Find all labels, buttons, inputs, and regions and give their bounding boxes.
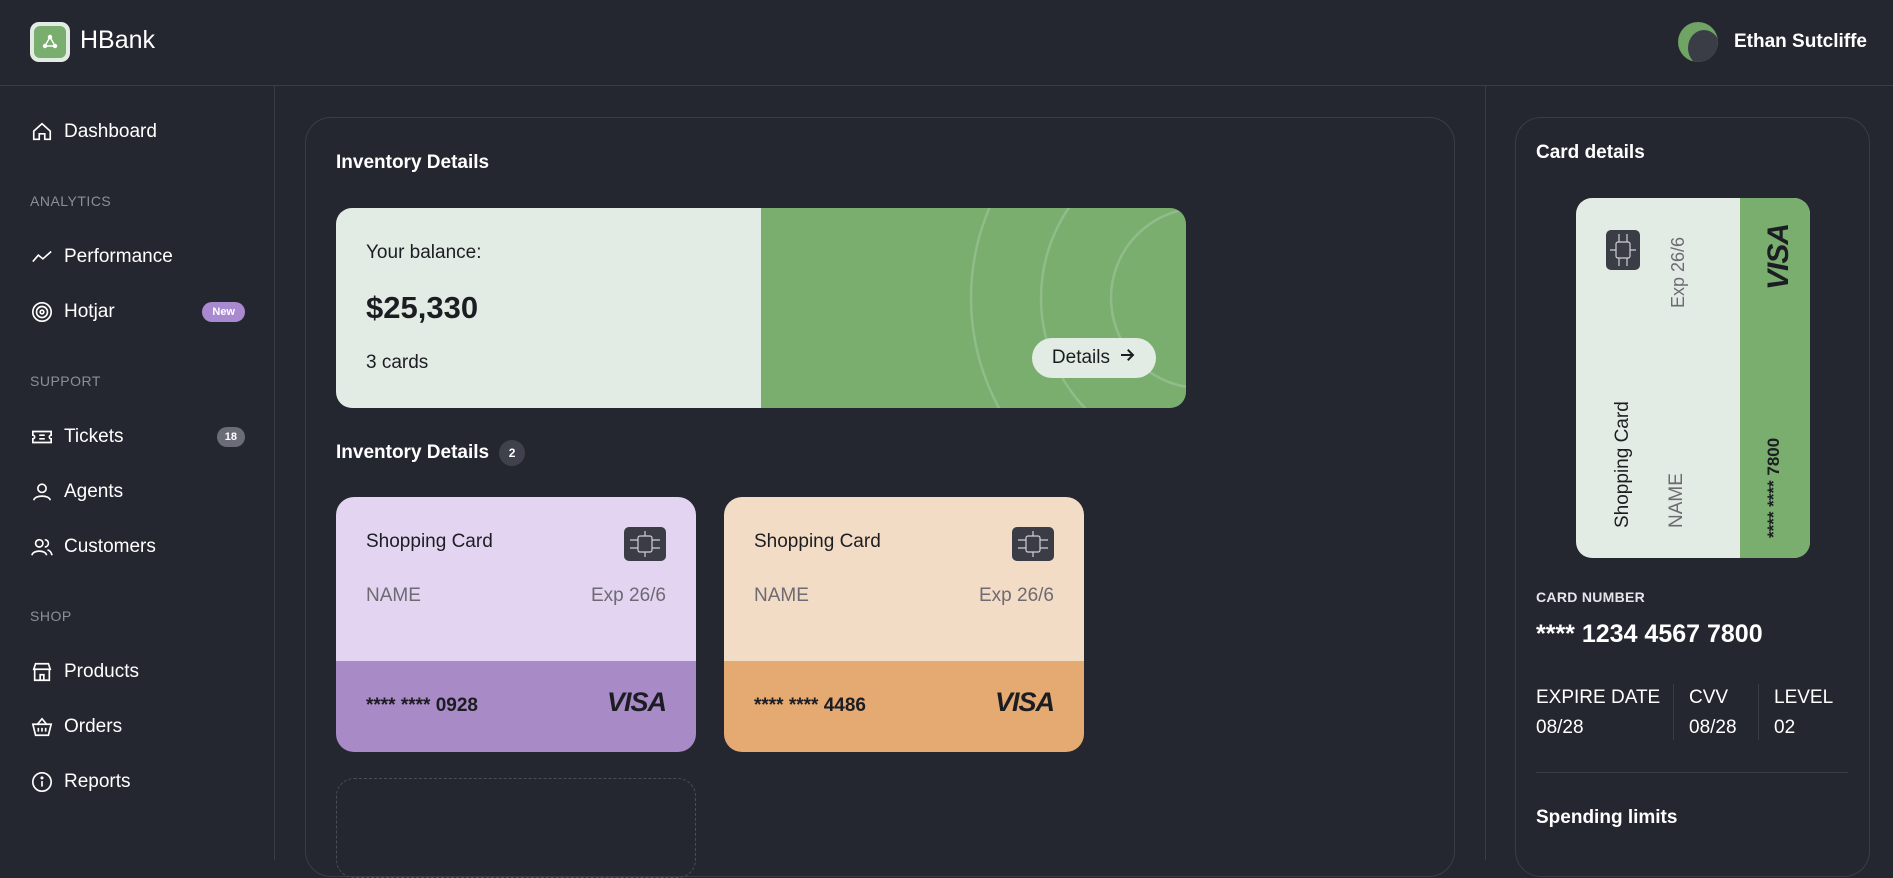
cards-title-text: Inventory Details — [336, 442, 490, 464]
card-peach[interactable]: Shopping Card NAME Exp 26/6 **** **** 44… — [724, 497, 1084, 752]
decorative-arcs — [969, 208, 1186, 408]
inventory-title: Inventory Details — [336, 152, 490, 173]
right-divider — [1485, 86, 1486, 860]
user-icon — [30, 480, 54, 504]
chip-icon — [624, 527, 666, 561]
cvv-label: CVV — [1689, 687, 1729, 708]
section-support: SUPPORT — [30, 373, 101, 389]
card-purple[interactable]: Shopping Card NAME Exp 26/6 **** **** 09… — [336, 497, 696, 752]
balance-cards-count: 3 cards — [366, 352, 429, 373]
visa-logo: VISA — [606, 687, 667, 717]
level-label: LEVEL — [1774, 687, 1834, 708]
sidebar-item-hotjar[interactable]: Hotjar New — [30, 295, 245, 329]
card-number: **** **** 7800 — [1764, 437, 1783, 538]
sidebar-item-label: Agents — [64, 481, 124, 502]
ticket-icon — [30, 425, 54, 449]
balance-label: Your balance: — [366, 242, 482, 263]
card-details-title: Card details — [1536, 142, 1645, 163]
cards-count-badge: 2 — [499, 440, 526, 466]
sidebar-item-label: Tickets — [64, 426, 124, 447]
brand-logo-icon[interactable] — [30, 22, 70, 62]
chip-icon — [1012, 527, 1054, 561]
chip-icon — [1606, 230, 1640, 270]
sidebar-item-label: Products — [64, 661, 139, 682]
card-title: Shopping Card — [1612, 401, 1633, 528]
card-expiry: Exp 26/6 — [979, 585, 1054, 606]
card-number-value: **** 1234 4567 7800 — [1536, 620, 1763, 648]
sidebar-item-label: Orders — [64, 716, 123, 737]
spending-limits-title: Spending limits — [1536, 807, 1678, 828]
user-name[interactable]: Ethan Sutcliffe — [1734, 31, 1867, 53]
card-number-label: CARD NUMBER — [1536, 589, 1646, 605]
stat-divider — [1758, 684, 1759, 740]
expire-date-label: EXPIRE DATE — [1536, 687, 1661, 708]
info-icon — [30, 770, 54, 794]
home-icon — [30, 120, 54, 144]
card-expiry: Exp 26/6 — [591, 585, 666, 606]
users-icon — [30, 535, 54, 559]
sidebar-item-label: Dashboard — [64, 121, 157, 142]
sidebar-item-performance[interactable]: Performance — [30, 240, 245, 274]
card-number: **** **** 4486 — [754, 695, 866, 716]
sidebar-item-label: Customers — [64, 536, 156, 557]
sidebar-item-agents[interactable]: Agents — [30, 475, 245, 509]
card-holder-name: NAME — [1666, 473, 1687, 528]
sidebar-item-dashboard[interactable]: Dashboard — [30, 115, 245, 149]
store-icon — [30, 660, 54, 684]
sidebar-item-reports[interactable]: Reports — [30, 765, 245, 799]
details-button-label: Details — [1051, 347, 1110, 368]
top-bar: HBank Ethan Sutcliffe — [0, 0, 1893, 86]
expire-date-value: 08/28 — [1536, 717, 1584, 738]
arrow-right-icon — [1118, 346, 1136, 370]
sidebar-item-customers[interactable]: Customers — [30, 530, 245, 564]
avatar[interactable] — [1677, 22, 1718, 62]
balance-card: Your balance: $25,330 3 cards Details — [336, 208, 1186, 408]
card-title: Shopping Card — [754, 531, 881, 552]
card-number: **** **** 0928 — [366, 695, 478, 716]
cvv-value: 08/28 — [1689, 717, 1737, 738]
stat-divider — [1673, 684, 1674, 740]
card-holder-name: NAME — [366, 585, 421, 606]
sidebar-item-label: Performance — [64, 246, 173, 267]
cards-section-title: Inventory Details 2 — [336, 440, 526, 466]
add-card-placeholder[interactable] — [336, 778, 696, 878]
card-holder-name: NAME — [754, 585, 809, 606]
basket-icon — [30, 715, 54, 739]
card-expiry: Exp 26/6 — [1668, 236, 1688, 308]
user-menu[interactable]: Ethan Sutcliffe — [1677, 22, 1867, 62]
card-title: Shopping Card — [366, 531, 493, 552]
section-divider — [1536, 772, 1848, 773]
sidebar-item-tickets[interactable]: Tickets 18 — [30, 420, 245, 454]
sidebar-item-orders[interactable]: Orders — [30, 710, 245, 744]
balance-amount: $25,330 — [366, 290, 479, 325]
section-analytics: ANALYTICS — [30, 193, 112, 209]
brand-name[interactable]: HBank — [80, 26, 155, 55]
sidebar-item-products[interactable]: Products — [30, 655, 245, 689]
details-button[interactable]: Details — [1031, 338, 1156, 378]
trend-icon — [30, 245, 54, 269]
target-icon — [30, 300, 54, 324]
card-preview-stripe: VISA **** **** 7800 — [1740, 198, 1810, 558]
visa-logo: VISA — [1762, 223, 1795, 290]
new-badge: New — [202, 302, 245, 322]
sidebar-item-label: Reports — [64, 771, 131, 792]
level-value: 02 — [1774, 717, 1796, 738]
sidebar-item-label: Hotjar — [64, 301, 115, 322]
section-shop: SHOP — [30, 608, 72, 624]
card-preview[interactable]: Exp 26/6 Shopping Card NAME VISA **** **… — [1576, 198, 1810, 558]
tickets-count-badge: 18 — [216, 427, 245, 447]
visa-logo: VISA — [994, 687, 1055, 717]
